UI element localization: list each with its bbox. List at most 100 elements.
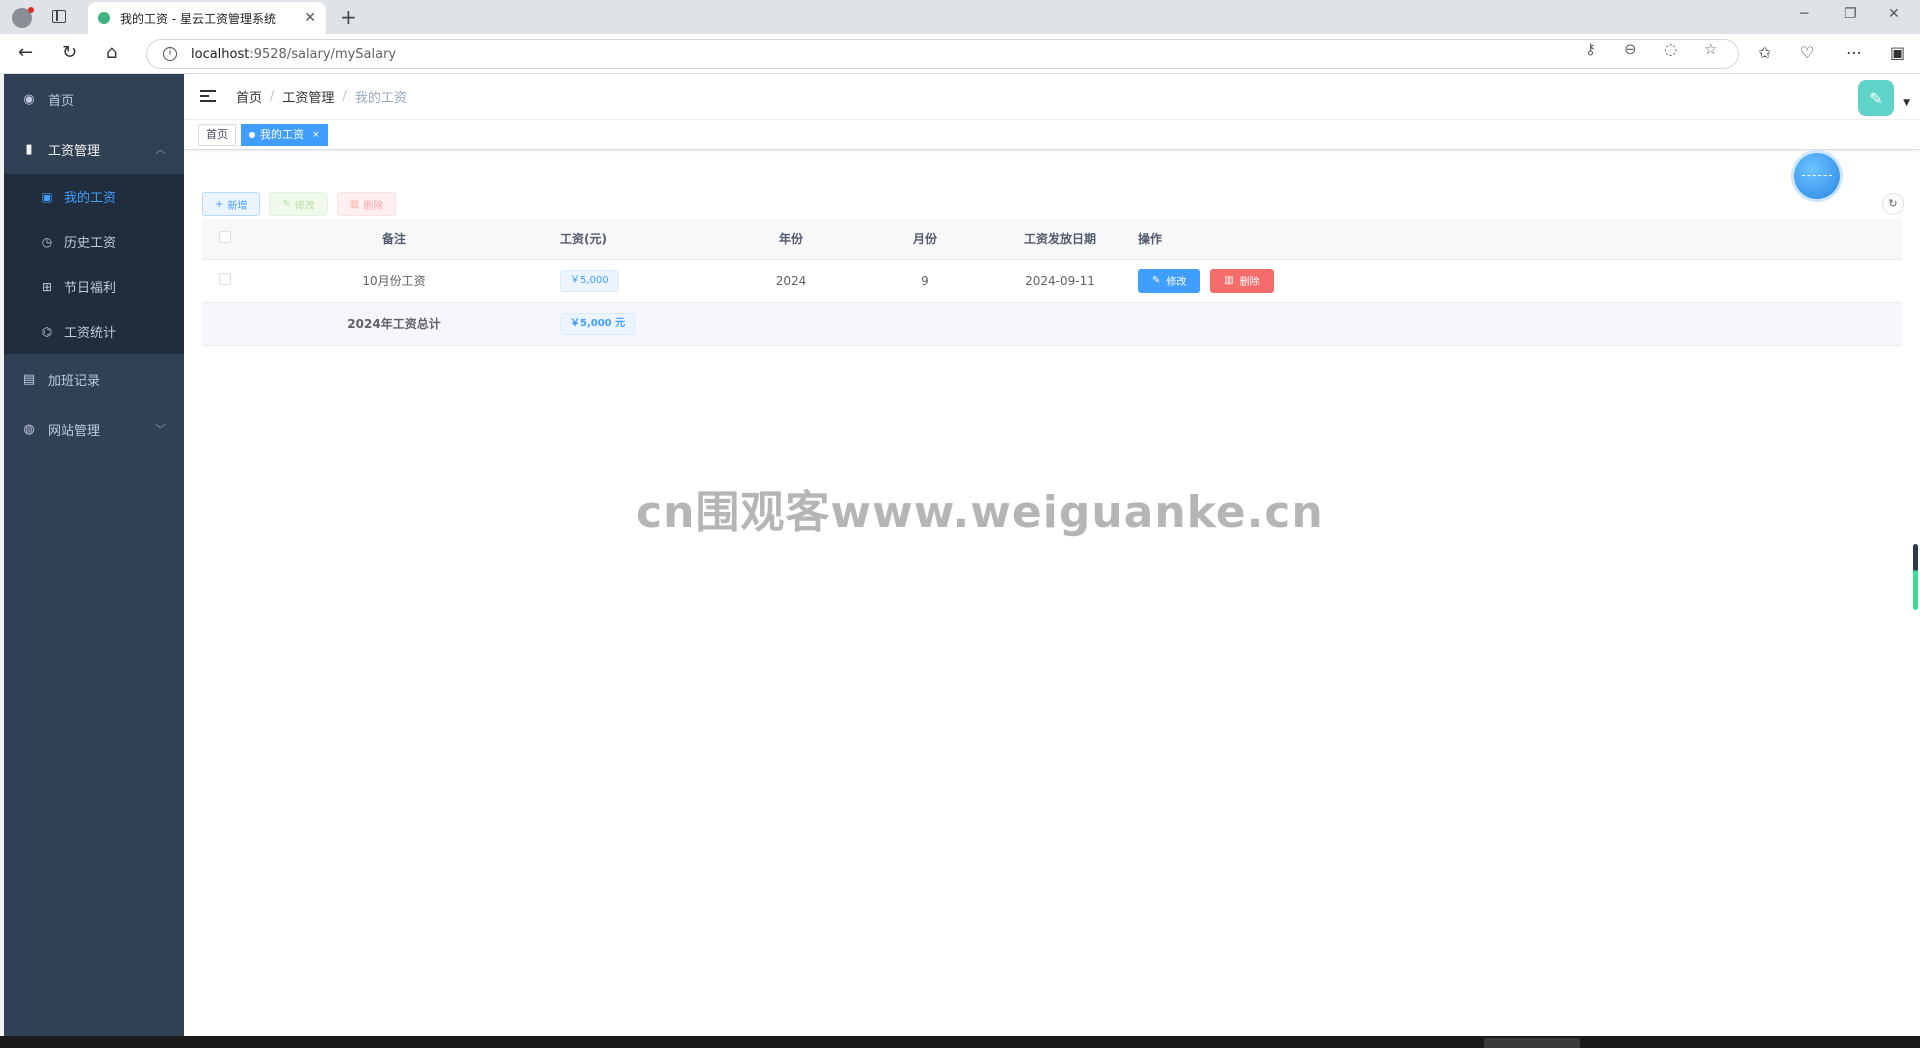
row-select-cell: [202, 259, 248, 303]
dashboard-icon: ◉: [23, 91, 35, 107]
row-edit-label: 修改: [1166, 277, 1187, 288]
main-content: 首页 / 工资管理 / 我的工资 ✎ ▼ 首页 我的工资 × + 新增 ✎ 修改…: [184, 74, 1920, 1036]
sidebar-item-site-management[interactable]: ◍ 网站管理 ﹀: [4, 404, 184, 454]
sidebar-item-salary-management[interactable]: ▮ 工资管理 ︿: [4, 124, 184, 174]
clock-icon: ◷: [41, 234, 53, 249]
trash-icon: ▥: [349, 198, 360, 210]
address-bar-row: ← ↻ ⌂ i localhost:9528/salary/mySalary ⚷…: [0, 34, 1920, 74]
breadcrumb-home[interactable]: 首页: [236, 87, 262, 106]
tab-title: 我的工资 - 星云工资管理系统: [120, 11, 276, 26]
trash-icon: ▥: [1224, 275, 1234, 286]
browser-essentials-icon[interactable]: ♡: [1800, 43, 1814, 62]
menu-toggle-icon[interactable]: [200, 89, 216, 104]
tag-my-salary[interactable]: 我的工资 ×: [241, 123, 328, 146]
back-icon[interactable]: ←: [18, 43, 33, 63]
salary-submenu: ▣ 我的工资 ◷ 历史工资 ⊞ 节日福利 ⌬ 工资统计: [4, 174, 184, 354]
add-button[interactable]: + 新增: [202, 192, 261, 216]
calendar-icon: ▤: [22, 371, 36, 387]
sidebar-item-label: 历史工资: [64, 236, 117, 251]
book-icon: ▮: [25, 141, 33, 157]
salary-table: 备注 工资(元) 年份 月份 工资发放日期 操作 10月份工资 ￥5,000 2…: [202, 219, 1902, 346]
breadcrumb-separator: /: [342, 89, 347, 104]
close-tag-icon[interactable]: ×: [312, 125, 320, 145]
home-icon[interactable]: ⌂: [106, 43, 117, 63]
column-header: 工资(元): [540, 219, 724, 260]
url-field[interactable]: i localhost:9528/salary/mySalary: [146, 39, 1739, 69]
sidebar-item-label: 工资管理: [48, 143, 101, 159]
close-tab-icon[interactable]: ✕: [304, 10, 316, 26]
month-cell: 9: [858, 259, 992, 303]
breadcrumb-current: 我的工资: [354, 91, 407, 106]
tab-actions-icon[interactable]: [52, 10, 66, 23]
sidebar-item-my-salary[interactable]: ▣ 我的工资: [4, 174, 184, 219]
favicon-icon: [98, 12, 110, 24]
tag-home[interactable]: 首页: [198, 123, 236, 146]
globe-icon: ◍: [23, 421, 35, 437]
table-header-row: 备注 工资(元) 年份 月份 工资发放日期 操作: [202, 219, 1902, 260]
sidebar-toggle-icon[interactable]: ▣: [1890, 43, 1905, 62]
sidebar-item-label: 加班记录: [48, 373, 101, 389]
edit-icon: ✎: [1152, 275, 1161, 286]
delete-button[interactable]: ▥ 删除: [336, 192, 397, 216]
summary-empty-cell: [1128, 302, 1902, 346]
key-icon[interactable]: ⚷: [1585, 40, 1596, 58]
translate-icon[interactable]: ◌: [1664, 40, 1677, 58]
sidebar-item-holiday-benefit[interactable]: ⊞ 节日福利: [4, 264, 184, 309]
taskbar-app[interactable]: [1484, 1038, 1580, 1048]
column-header: 工资发放日期: [992, 219, 1128, 260]
sidebar-item-history-salary[interactable]: ◷ 历史工资: [4, 219, 184, 264]
year-cell: 2024: [724, 259, 858, 303]
summary-empty-cell: [992, 302, 1128, 346]
gift-icon: ⊞: [41, 279, 53, 294]
money-icon: ▣: [41, 189, 53, 204]
notification-dot: [28, 7, 34, 13]
select-all-checkbox[interactable]: [219, 231, 231, 244]
table-row: 10月份工资 ￥5,000 2024 9 2024-09-11 ✎ 修改 ▥ 删除: [202, 259, 1902, 303]
sidebar-item-salary-stats[interactable]: ⌬ 工资统计: [4, 309, 184, 354]
summary-label: 2024年工资总计: [248, 302, 540, 346]
tags-view: 首页 我的工资 ×: [184, 120, 1920, 150]
table-toolbar: + 新增 ✎ 修改 ▥ 删除: [202, 192, 405, 216]
sidebar-item-home[interactable]: ◉ 首页: [4, 74, 184, 124]
os-taskbar: [0, 1036, 1920, 1048]
favorites-icon[interactable]: ✩: [1758, 43, 1771, 62]
summary-empty-cell: [858, 302, 992, 346]
edit-button[interactable]: ✎ 修改: [269, 192, 328, 216]
add-button-label: 新增: [227, 200, 248, 212]
row-edit-button[interactable]: ✎ 修改: [1138, 268, 1201, 293]
column-header: 月份: [858, 219, 992, 260]
sidebar-item-label: 工资统计: [64, 326, 117, 341]
reload-icon[interactable]: ↻: [62, 43, 77, 63]
row-delete-button[interactable]: ▥ 删除: [1210, 268, 1274, 293]
app-root: ◉ 首页 ▮ 工资管理 ︿ ▣ 我的工资 ◷ 历史工资 ⊞ 节日福利 ⌬ 工资统…: [4, 74, 1920, 1036]
restore-icon[interactable]: ❐: [1844, 6, 1857, 22]
caret-down-icon[interactable]: ▼: [1903, 98, 1910, 108]
more-menu-icon[interactable]: ⋯: [1846, 43, 1862, 62]
site-info-icon[interactable]: i: [163, 47, 177, 61]
sidebar-item-overtime[interactable]: ▤ 加班记录: [4, 354, 184, 404]
tag-label: 我的工资: [260, 127, 304, 141]
breadcrumb-salary-management[interactable]: 工资管理: [282, 87, 334, 106]
row-delete-label: 删除: [1239, 277, 1260, 288]
breadcrumb: 首页 / 工资管理 / 我的工资: [236, 87, 407, 106]
row-checkbox[interactable]: [219, 273, 231, 285]
close-window-icon[interactable]: ✕: [1888, 6, 1900, 22]
side-scroll-indicator[interactable]: [1913, 544, 1918, 610]
chevron-up-icon: ︿: [155, 143, 166, 156]
favorite-star-icon[interactable]: ☆: [1704, 40, 1717, 58]
refresh-icon[interactable]: ↻: [1882, 193, 1904, 215]
zoom-out-icon[interactable]: ⊖: [1624, 40, 1637, 58]
avatar[interactable]: ✎: [1858, 80, 1894, 116]
chevron-down-icon: ﹀: [155, 423, 166, 436]
column-header: 年份: [724, 219, 858, 260]
column-header: 备注: [248, 219, 540, 260]
floating-assistant-ball[interactable]: [1794, 153, 1840, 199]
edit-button-label: 修改: [294, 200, 315, 212]
minimize-icon[interactable]: ─: [1800, 6, 1808, 22]
new-tab-icon[interactable]: +: [340, 5, 357, 29]
remark-cell: 10月份工资: [248, 259, 540, 303]
summary-row: 2024年工资总计 ￥5,000 元: [202, 302, 1902, 346]
edit-icon: ✎: [282, 198, 291, 210]
browser-tab[interactable]: 我的工资 - 星云工资管理系统 ✕: [88, 2, 326, 34]
sidebar-item-label: 网站管理: [48, 423, 101, 439]
